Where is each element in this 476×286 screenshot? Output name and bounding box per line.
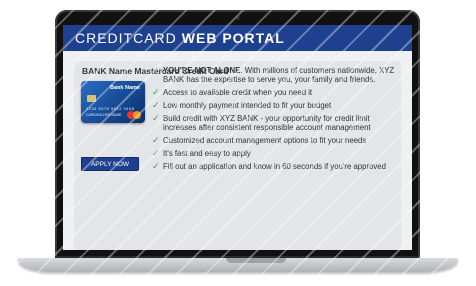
product-panel: BANK Name Mastercard Credit Card Bank Na…: [74, 61, 401, 250]
feature-lead: YOU'RE NOT ALONE: [163, 66, 241, 75]
camera-icon: [236, 16, 240, 20]
list-item: ✓ Low monthly payment intended to fit yo…: [152, 100, 398, 111]
feature-text: Customized account management options to…: [163, 136, 367, 145]
feature-text: Access to available credit when you need…: [163, 88, 313, 97]
card-holder: CARDHOLDER NAME: [86, 113, 122, 117]
card-chip-icon: [87, 95, 96, 102]
feature-text: Low monthly payment intended to fit your…: [163, 101, 332, 110]
checkmark-icon: ✓: [152, 65, 160, 75]
list-item: ✓ It's fast and easy to apply: [152, 148, 398, 159]
feature-list: ✓ YOU'RE NOT ALONE. With millions of cus…: [152, 66, 398, 175]
list-item: ✓ Build credit with XYZ BANK - your oppo…: [152, 113, 398, 133]
list-item: ✓ Customized account management options …: [152, 135, 398, 146]
portal-title-bold: WEB PORTAL: [181, 30, 285, 46]
credit-card-image: Bank Name 1234 5678 9012 3456 CARDHOLDER…: [81, 81, 145, 123]
laptop-notch: [226, 258, 286, 263]
list-item: ✓ YOU'RE NOT ALONE. With millions of cus…: [152, 65, 398, 85]
apply-now-button[interactable]: APPLY NOW: [81, 157, 139, 171]
checkmark-icon: ✓: [152, 100, 160, 110]
mastercard-logo-icon: [127, 111, 141, 119]
laptop-lid: CREDITCARD WEB PORTAL BANK Name Masterca…: [55, 10, 420, 260]
card-bank-name: Bank Name: [110, 85, 140, 91]
portal-title-light: CREDITCARD: [75, 30, 177, 46]
feature-text: It's fast and easy to apply: [163, 149, 251, 158]
feature-text: Build credit with XYZ BANK - your opport…: [163, 114, 371, 132]
feature-text: Fill out an application and know in 60 s…: [163, 162, 386, 171]
list-item: ✓ Access to available credit when you ne…: [152, 87, 398, 98]
checkmark-icon: ✓: [152, 87, 160, 97]
checkmark-icon: ✓: [152, 135, 160, 145]
list-item: ✓ Fill out an application and know in 60…: [152, 161, 398, 172]
laptop-base: [18, 258, 458, 272]
laptop-screen: CREDITCARD WEB PORTAL BANK Name Masterca…: [63, 25, 412, 250]
checkmark-icon: ✓: [152, 113, 160, 123]
checkmark-icon: ✓: [152, 161, 160, 171]
portal-header: CREDITCARD WEB PORTAL: [63, 25, 412, 51]
checkmark-icon: ✓: [152, 148, 160, 158]
